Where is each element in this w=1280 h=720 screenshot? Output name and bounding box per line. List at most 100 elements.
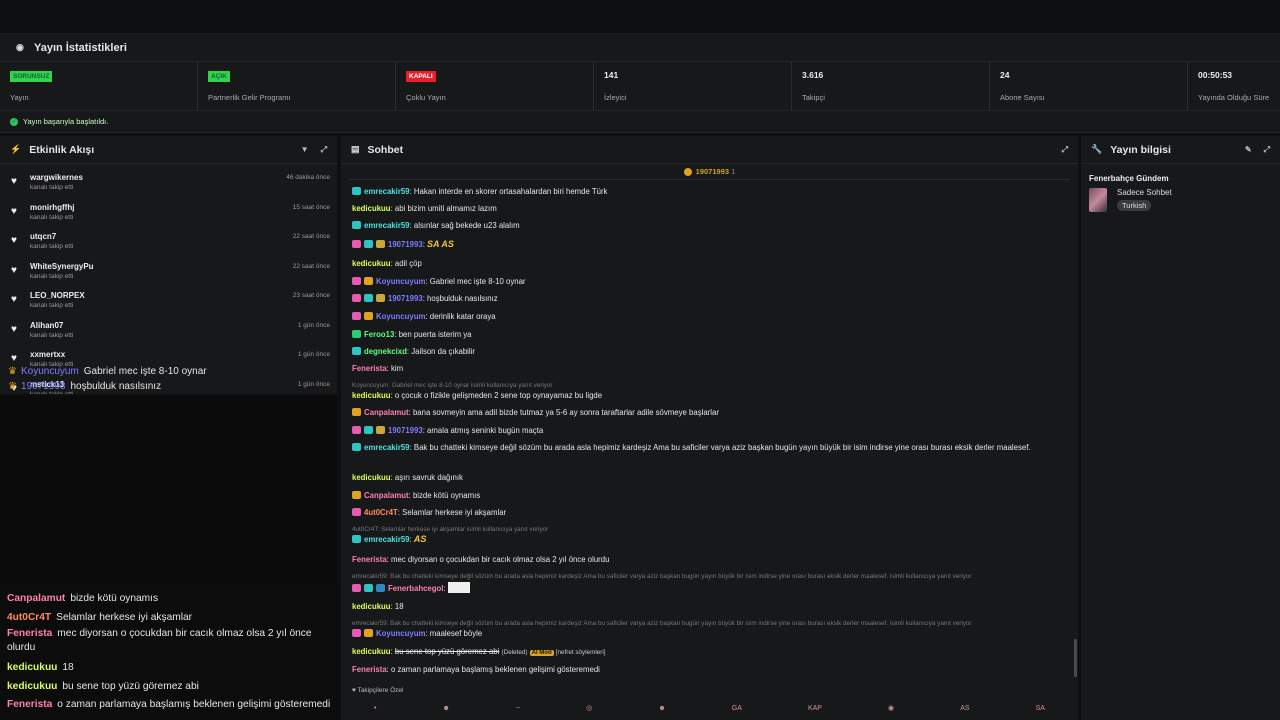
emote-button[interactable]: KAP xyxy=(808,705,822,712)
activity-item[interactable]: ♥ utqcn7 kanalı takip etti 22 saat önce xyxy=(0,223,337,253)
stream-title: Fenerbahçe Gündem xyxy=(1089,174,1169,183)
chat-username[interactable]: 19071993 xyxy=(388,294,423,303)
chat-username[interactable]: 19071993 xyxy=(388,426,423,435)
chat-username[interactable]: emrecakir59 xyxy=(364,443,410,452)
chat-username[interactable]: degnekcixd xyxy=(364,347,407,356)
emote-button[interactable]: AS xyxy=(960,705,969,712)
emote-bar: • ☻ ~ ◎ ☻ GA KAP ◉ AS SA xyxy=(341,702,1078,714)
chat-username[interactable]: Koyuncuyum xyxy=(376,629,425,638)
chat-panel: 19071993 1 emrecakir59: Hakan interde en… xyxy=(341,164,1078,720)
activity-description: kanalı takip etti xyxy=(30,243,74,250)
stats-row: SORUNSUZ Yayın AÇIK Partnerlik Gelir Progra… xyxy=(0,62,1280,111)
user-badge-icon xyxy=(352,491,361,499)
chat-message[interactable]: Koyuncuyum: maalesef böyle xyxy=(352,628,1068,639)
user-badge-icon xyxy=(352,584,361,592)
pinned-gift[interactable]: 19071993 1 xyxy=(349,164,1070,180)
activity-item[interactable]: ♥ LEO_NORPEX kanalı takip etti 23 saat önce xyxy=(0,282,337,312)
chat-message[interactable]: 19071993: hoşbulduk nasılsınız xyxy=(352,293,1068,304)
chat-message[interactable]: Canpalamut: bizde kötü oynamıs xyxy=(352,490,1068,501)
stream-status-text: Yayın başarıyla başlatıldı. xyxy=(23,117,109,126)
chat-message[interactable]: Koyuncuyum: derinlik katar oraya xyxy=(352,311,1068,322)
chat-username[interactable]: emrecakir59 xyxy=(364,187,410,196)
popout-icon[interactable]: ⤢ xyxy=(1264,145,1270,155)
emote-button[interactable]: • xyxy=(374,705,376,712)
emote-button[interactable]: SA xyxy=(1036,705,1045,712)
chat-message[interactable]: 4ut0Cr4T: Selamlar herkese iyi akşamlar xyxy=(352,507,1068,518)
chat-scrollbar[interactable] xyxy=(1074,639,1077,677)
chat-message[interactable]: Feroo13: ben puerta isterim ya xyxy=(352,329,1068,340)
category-name[interactable]: Sadece Sohbet xyxy=(1117,188,1172,197)
chat-message[interactable]: emrecakir59: Hakan interde en skorer ort… xyxy=(352,186,1068,197)
chat-overlay-top: ♛ Koyuncuyum Gabriel mec işte 8-10 oynar ♛ 1… xyxy=(0,366,337,396)
chat-message[interactable]: kedicukuu: abi bizim umiti almamız lazım xyxy=(352,203,1068,214)
activity-item[interactable]: ♥ monirhgffhj kanalı takip etti 15 saat önc… xyxy=(0,194,337,224)
activity-time: 1 gün önce xyxy=(297,351,330,358)
chat-username[interactable]: 19071993 xyxy=(388,240,423,249)
chat-message[interactable]: Fenerista: mec diyorsan o çocukdan bir c… xyxy=(352,554,1068,565)
emote-button[interactable]: ~ xyxy=(516,705,520,712)
chat-message[interactable]: Canpalamut: bana sovmeyin ama adil bizde… xyxy=(352,407,1068,418)
activity-item[interactable]: ♥ Alihan07 kanalı takip etti 1 gün önce xyxy=(0,312,337,342)
chat-message[interactable]: Fenerista: kim xyxy=(352,363,1068,374)
emote-button[interactable]: ◉ xyxy=(888,704,894,712)
heart-icon: ♥ xyxy=(11,353,17,364)
chat-username[interactable]: emrecakir59 xyxy=(364,221,410,230)
chat-username[interactable]: Fenerista xyxy=(352,364,387,373)
chat-username[interactable]: kedicukuu xyxy=(352,602,391,611)
user-badge-icon xyxy=(364,277,373,285)
emote-button[interactable]: ☻ xyxy=(443,705,450,712)
chat-message[interactable]: kedicukuu: bu sene top yüzü göremez abi … xyxy=(352,646,1068,659)
emote-button[interactable]: GA xyxy=(732,705,742,712)
reply-context[interactable]: emrecakir59: Bak bu chatteki kimseye değ… xyxy=(352,570,1068,582)
activity-item[interactable]: ♥ wargwikernes kanalı takip etti 46 dakika … xyxy=(0,164,337,194)
emote-image xyxy=(447,582,470,593)
language-tag[interactable]: Turkish xyxy=(1117,200,1152,211)
chat-message[interactable]: emrecakir59: alsınlar sağ bekede u23 ala… xyxy=(352,220,1068,231)
chat-username[interactable]: Fenerista xyxy=(352,555,387,564)
popout-icon[interactable]: ⤢ xyxy=(321,145,327,155)
chat-username[interactable]: emrecakir59 xyxy=(364,535,410,544)
heart-icon: ♥ xyxy=(11,176,17,187)
chat-message[interactable]: kedicukuu: aşırı savruk dağınık xyxy=(352,472,1068,483)
filter-icon[interactable]: ▼ xyxy=(301,145,309,155)
chat-username[interactable]: 4ut0Cr4T xyxy=(364,508,398,517)
chat-username[interactable]: kedicukuu xyxy=(352,204,391,213)
emote-button[interactable]: ☻ xyxy=(658,705,665,712)
overlay-chat-user: kedicukuu xyxy=(7,662,58,673)
chat-username[interactable]: Canpalamut xyxy=(364,491,409,500)
chat-text: bu sene top yüzü göremez abi xyxy=(394,647,500,656)
edit-icon[interactable]: ✎ xyxy=(1245,145,1252,155)
chat-message[interactable]: 19071993: amala atmış seninki bugün maçt… xyxy=(352,425,1068,436)
chat-message[interactable]: Fenerbahcegol: xyxy=(352,582,1068,594)
heart-icon: ♥ xyxy=(11,235,17,246)
chat-message[interactable]: Fenerista: o zaman parlamaya başlamış be… xyxy=(352,664,1068,675)
chat-message[interactable]: kedicukuu: o çocuk o fizikle gelişmeden … xyxy=(352,390,1068,401)
chat-username[interactable]: Fenerbahcegol xyxy=(388,584,443,593)
chat-message[interactable]: degnekcixd: Jailson da çıkabilir xyxy=(352,346,1068,357)
chat-username[interactable]: Canpalamut xyxy=(364,408,409,417)
emote-button[interactable]: ◎ xyxy=(586,704,592,712)
chat-username[interactable]: Fenerista xyxy=(352,665,387,674)
chat-username[interactable]: kedicukuu xyxy=(352,391,391,400)
chat-message[interactable]: emrecakir59: AS xyxy=(352,534,1068,545)
chat-message[interactable]: emrecakir59: Bak bu chatteki kimseye değ… xyxy=(352,442,1068,453)
stat-value: 00:50:53 xyxy=(1198,70,1233,80)
chat-overlay: Canpalamut bizde kötü oynamıs 4ut0Cr4T Sela… xyxy=(0,586,340,720)
chat-username[interactable]: Feroo13 xyxy=(364,330,394,339)
chat-message[interactable]: Koyuncuyum: Gabriel mec işte 8-10 oynar xyxy=(352,276,1068,287)
popout-icon[interactable]: ⤢ xyxy=(1062,145,1068,155)
stream-info-panel: Fenerbahçe Gündem Sadece Sohbet Turkish xyxy=(1081,164,1280,720)
stat-label: Abone Sayısı xyxy=(1000,93,1045,102)
chat-username[interactable]: kedicukuu xyxy=(352,473,391,482)
chat-message[interactable]: kedicukuu: 18 xyxy=(352,601,1068,612)
chat-username[interactable]: Koyuncuyum xyxy=(376,312,425,321)
chat-message[interactable]: kedicukuu: adil çöp xyxy=(352,258,1068,269)
activity-item[interactable]: ♥ WhiteSynergyPu kanalı takip etti 22 saat … xyxy=(0,253,337,283)
user-badge-icon xyxy=(364,426,373,434)
chat-username[interactable]: kedicukuu xyxy=(352,259,391,268)
user-badge-icon xyxy=(376,240,385,248)
chat-username[interactable]: kedicukuu xyxy=(352,647,391,656)
chat-username[interactable]: Koyuncuyum xyxy=(376,277,425,286)
chat-text: 18 xyxy=(394,602,404,611)
chat-message[interactable]: 19071993: SA AS xyxy=(352,239,1068,250)
